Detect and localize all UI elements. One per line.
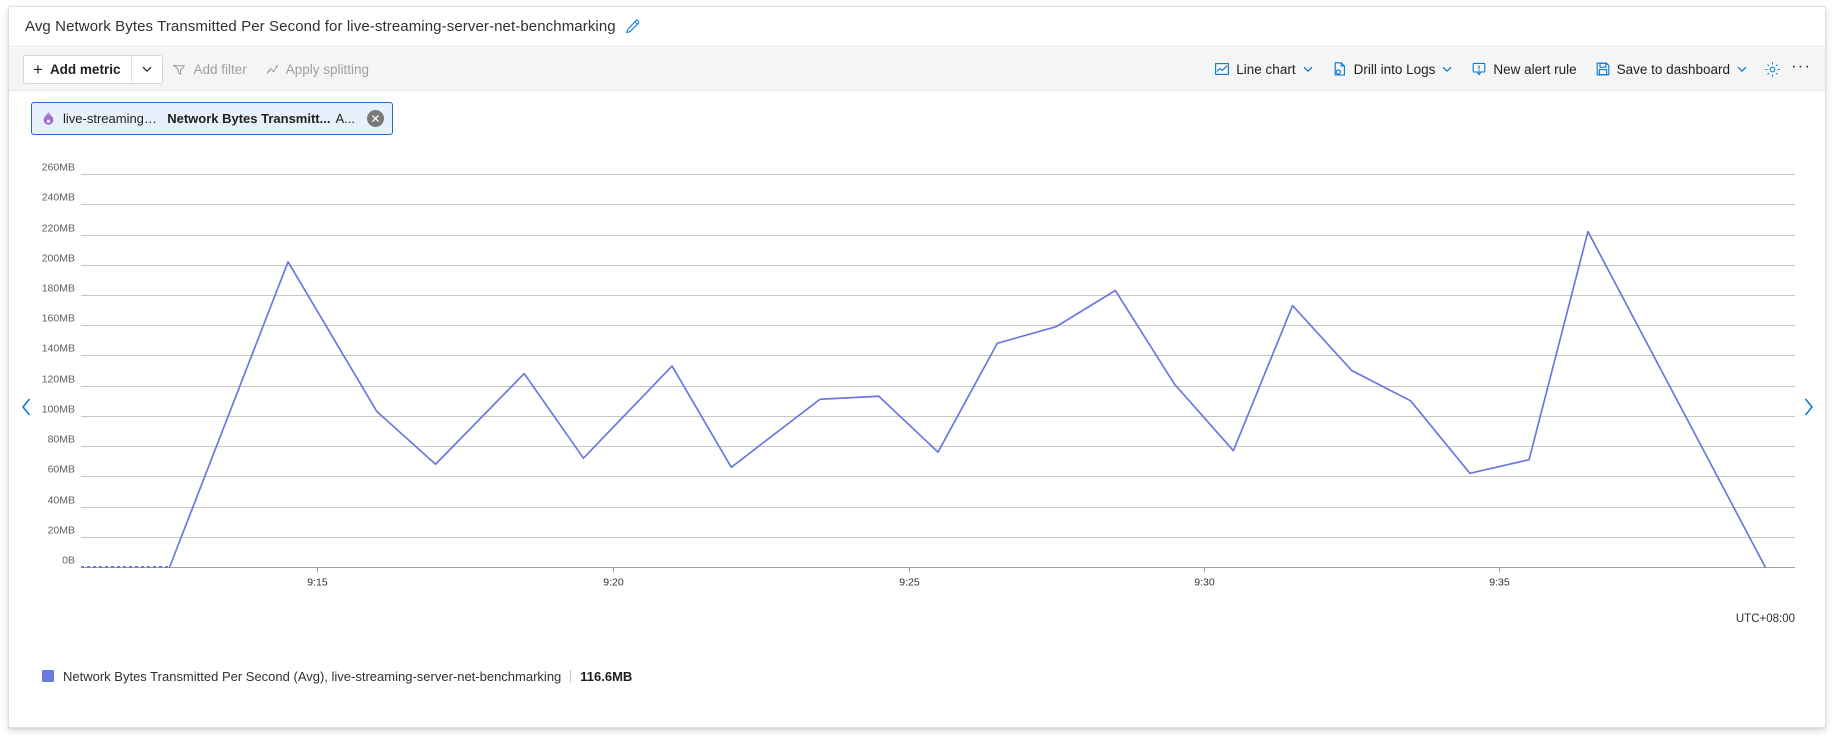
svg-text:80MB: 80MB: [48, 434, 75, 446]
drill-into-logs-button[interactable]: Drill into Logs: [1323, 55, 1463, 84]
metric-chip-aggregation: A...: [335, 110, 355, 126]
filter-icon: [172, 62, 187, 77]
metric-chip-resource: live-streaming-server-net-...: [63, 110, 162, 126]
svg-text:160MB: 160MB: [42, 313, 75, 325]
legend-separator: [570, 669, 572, 683]
legend-value: 116.6MB: [580, 668, 633, 684]
page-title: Avg Network Bytes Transmitted Per Second…: [25, 18, 616, 35]
line-chart-icon: [1214, 61, 1230, 77]
svg-text:200MB: 200MB: [42, 253, 75, 265]
add-filter-button[interactable]: Add filter: [163, 55, 255, 84]
metric-chip[interactable]: live-streaming-server-net-... Network By…: [31, 101, 393, 135]
metric-chip-row: live-streaming-server-net-... Network By…: [9, 92, 1825, 144]
alert-icon: [1471, 61, 1487, 77]
svg-text:120MB: 120MB: [42, 374, 75, 386]
svg-text:140MB: 140MB: [42, 343, 75, 355]
drill-into-logs-label: Drill into Logs: [1353, 61, 1436, 77]
save-icon: [1595, 61, 1611, 77]
splitting-icon: [265, 62, 280, 77]
metrics-chart-card: Avg Network Bytes Transmitted Per Second…: [8, 6, 1826, 728]
metrics-line-chart[interactable]: 260MB 240MB 220MB 200MB 180MB 160MB 140MB 120MB…: [35, 147, 1801, 615]
svg-text:9:35: 9:35: [1489, 577, 1510, 589]
svg-text:180MB: 180MB: [42, 283, 75, 295]
svg-text:20MB: 20MB: [48, 525, 75, 537]
chart-title-row: Avg Network Bytes Transmitted Per Second…: [9, 7, 1825, 47]
apply-splitting-button[interactable]: Apply splitting: [256, 55, 378, 84]
save-to-dashboard-button[interactable]: Save to dashboard: [1586, 55, 1757, 84]
add-filter-label: Add filter: [193, 61, 247, 77]
svg-text:240MB: 240MB: [42, 192, 75, 204]
drill-logs-icon: [1332, 61, 1348, 77]
line-chart-chevron-down-icon: [1302, 63, 1314, 75]
metrics-page: Avg Network Bytes Transmitted Per Second…: [0, 0, 1834, 740]
add-metric-chevron-down-icon[interactable]: [131, 55, 162, 83]
pencil-icon[interactable]: [625, 19, 640, 34]
legend-swatch: [42, 670, 54, 682]
svg-text:0B: 0B: [62, 555, 75, 567]
resource-icon: [41, 111, 56, 126]
add-metric-button[interactable]: + Add metric: [24, 56, 131, 83]
command-bar: + Add metric Add filter Apply splitting …: [9, 48, 1825, 91]
svg-text:9:25: 9:25: [899, 577, 920, 589]
chart-legend: Network Bytes Transmitted Per Second (Av…: [9, 663, 1825, 689]
plot-wrapper[interactable]: 260MB 240MB 220MB 200MB 180MB 160MB 140MB 120MB…: [35, 147, 1799, 615]
drill-logs-chevron-down-icon: [1441, 63, 1453, 75]
add-metric-label: Add metric: [49, 61, 121, 77]
more-options-button[interactable]: ···: [1787, 55, 1815, 84]
svg-text:260MB: 260MB: [42, 162, 75, 174]
gear-icon[interactable]: [1757, 55, 1787, 84]
close-icon[interactable]: [367, 109, 384, 127]
command-bar-right: Line chart Drill into Logs New alert rul…: [1205, 55, 1815, 84]
svg-text:9:15: 9:15: [307, 577, 328, 589]
line-chart-button[interactable]: Line chart: [1205, 55, 1322, 84]
timezone-label: UTC+08:00: [1735, 613, 1795, 625]
legend-label[interactable]: Network Bytes Transmitted Per Second (Av…: [63, 669, 561, 684]
apply-splitting-label: Apply splitting: [285, 61, 370, 77]
svg-text:100MB: 100MB: [42, 404, 75, 416]
svg-text:220MB: 220MB: [42, 223, 75, 235]
new-alert-rule-button[interactable]: New alert rule: [1462, 55, 1585, 84]
save-to-dashboard-label: Save to dashboard: [1616, 61, 1730, 77]
line-chart-label: Line chart: [1236, 61, 1296, 77]
add-metric-group: + Add metric: [23, 54, 164, 84]
chevron-left-icon[interactable]: [15, 392, 37, 422]
new-alert-rule-label: New alert rule: [1493, 61, 1577, 77]
save-dashboard-chevron-down-icon: [1736, 63, 1748, 75]
metric-chip-metric: Network Bytes Transmitt...: [167, 110, 331, 126]
plus-icon: +: [33, 59, 43, 79]
chart-area: 260MB 240MB 220MB 200MB 180MB 160MB 140MB 120MB…: [9, 147, 1825, 667]
svg-text:40MB: 40MB: [48, 495, 75, 507]
command-bar-left: + Add metric Add filter Apply splitting: [23, 54, 378, 84]
svg-text:60MB: 60MB: [48, 464, 75, 476]
svg-text:9:20: 9:20: [603, 577, 624, 589]
svg-text:9:30: 9:30: [1194, 577, 1215, 589]
